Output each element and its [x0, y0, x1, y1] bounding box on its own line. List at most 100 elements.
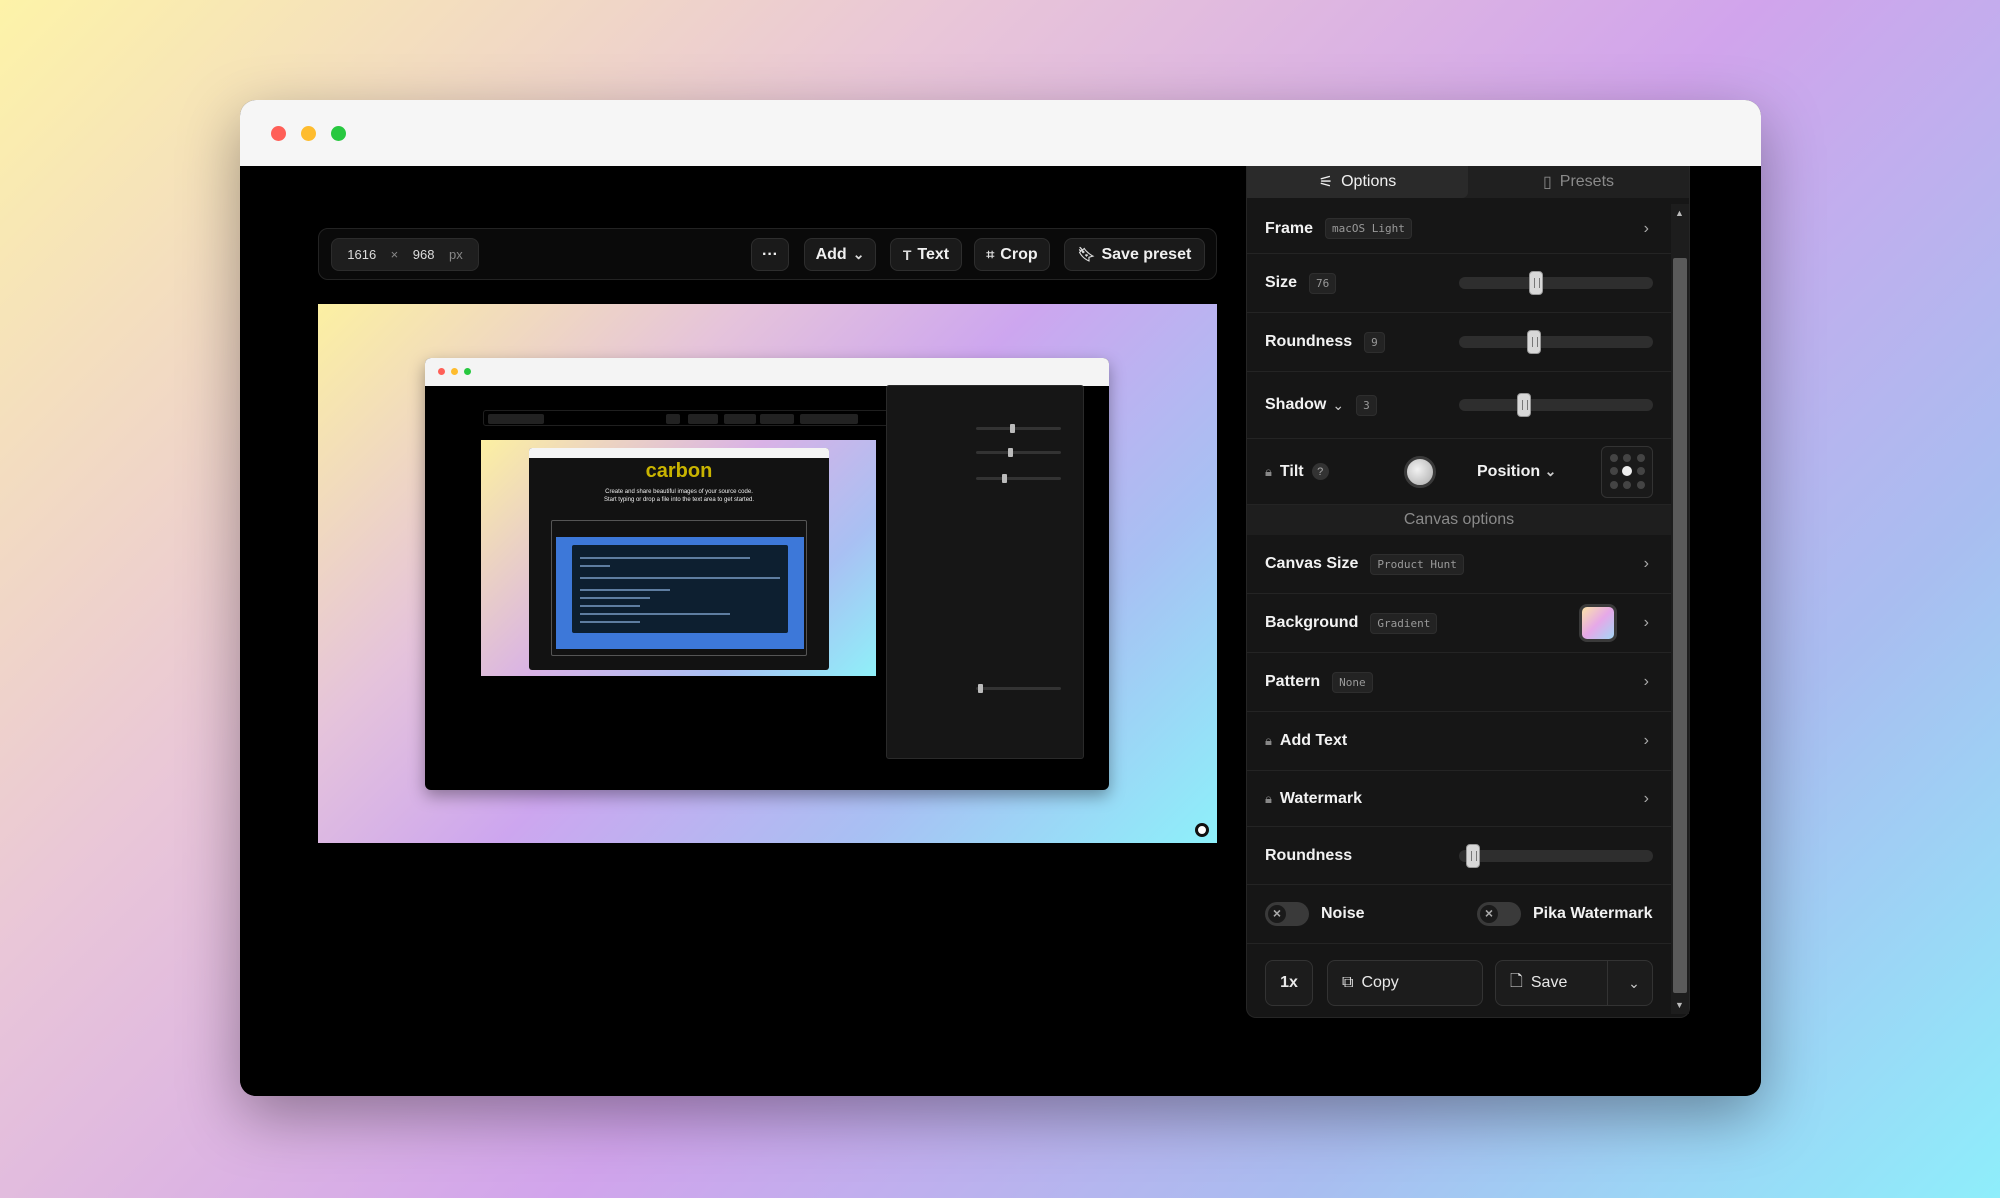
sidebar-scrollbar[interactable]: ▲ ▼ [1671, 204, 1689, 1014]
tab-options[interactable]: ⚟ Options [1247, 166, 1468, 198]
position-dot[interactable] [1609, 453, 1618, 462]
save-preset-button[interactable]: 🔖︎ Save preset [1064, 238, 1205, 271]
tilt-position-row: 🔒︎ Tilt ? Position ⌄ [1247, 439, 1671, 505]
crop-label: Crop [1000, 245, 1038, 263]
carbon-editor [551, 520, 807, 656]
carbon-subtitle: Create and share beautiful images of you… [529, 488, 829, 504]
position-dropdown[interactable]: Position ⌄ [1477, 463, 1556, 481]
add-text-row[interactable]: 🔒︎ Add Text › [1247, 712, 1671, 771]
canvas-roundness-slider[interactable] [1459, 843, 1653, 868]
text-icon: T [902, 246, 912, 263]
help-icon[interactable]: ? [1311, 463, 1329, 480]
background-row[interactable]: Background Gradient › [1247, 594, 1671, 653]
inner-maximize-dot [464, 368, 471, 375]
size-label: Size [1265, 274, 1298, 291]
size-slider[interactable] [1459, 271, 1653, 295]
shadow-label[interactable]: Shadow [1265, 396, 1326, 414]
carbon-code-background [556, 537, 804, 649]
noise-toggle[interactable] [1265, 902, 1309, 926]
save-button[interactable]: 🗋 Save [1496, 961, 1608, 1005]
code-line [580, 577, 780, 579]
dimension-unit: px [448, 247, 463, 262]
canvas-options-label: Canvas options [1403, 511, 1515, 528]
scroll-up-icon[interactable]: ▲ [1675, 208, 1684, 218]
chevron-right-icon: › [1643, 219, 1649, 237]
tab-presets[interactable]: ▯ Presets [1468, 166, 1689, 198]
inner-more [666, 414, 680, 424]
chevron-right-icon: › [1643, 732, 1649, 749]
maximize-window-button[interactable] [331, 126, 346, 141]
tilt-control[interactable] [1404, 455, 1436, 488]
position-dot[interactable] [1636, 467, 1645, 476]
code-line [580, 605, 640, 607]
canvas-dimensions[interactable]: 1616 × 968 px [331, 238, 479, 271]
save-preset-label: Save preset [1101, 245, 1192, 263]
scale-button[interactable]: 1x [1265, 960, 1313, 1006]
inner-text [724, 414, 756, 424]
crop-button[interactable]: ⌗ Crop [974, 238, 1050, 271]
carbon-subtitle-line1: Create and share beautiful images of you… [605, 489, 753, 495]
copy-button[interactable]: ⧉ Copy [1327, 960, 1483, 1006]
close-window-button[interactable] [271, 126, 286, 141]
add-label: Add [815, 245, 847, 263]
position-dot[interactable] [1609, 481, 1618, 490]
canvas-height-value[interactable]: 968 [413, 247, 435, 262]
minimize-window-button[interactable] [301, 126, 316, 141]
canvas-roundness-row: Roundness [1247, 827, 1671, 885]
inner-size-row [895, 422, 1071, 436]
inner-roundness-row [895, 446, 1071, 460]
sliders-icon: ⚟ [1318, 174, 1334, 191]
inner-crop [760, 414, 794, 424]
pika-watermark-toggle-group[interactable]: Pika Watermark [1477, 902, 1652, 926]
position-dot[interactable] [1636, 453, 1645, 462]
inner-close-dot [438, 368, 445, 375]
pattern-value-tag: None [1332, 671, 1373, 693]
shadow-slider-knob[interactable] [1516, 393, 1531, 417]
chevron-down-icon: ⌄ [1544, 462, 1557, 479]
text-button[interactable]: T Text [890, 238, 962, 271]
more-options-button[interactable]: ··· [751, 238, 789, 271]
frame-value-tag: macOS Light [1325, 218, 1412, 239]
position-dot[interactable] [1623, 453, 1631, 462]
save-dropdown-chevron-icon[interactable]: ⌄ [1616, 975, 1652, 992]
background-swatch[interactable] [1579, 604, 1617, 642]
chevron-down-icon[interactable]: ⌄ [1332, 397, 1344, 414]
canvas-size-value-tag: Product Hunt [1370, 553, 1464, 575]
add-button[interactable]: Add ⌄ [804, 238, 876, 271]
canvas-size-row[interactable]: Canvas Size Product Hunt › [1247, 535, 1671, 594]
roundness-slider[interactable] [1459, 330, 1653, 354]
shadow-slider[interactable] [1459, 393, 1653, 417]
app-window: 1616 × 968 px ··· Add ⌄ T Text ⌗ Crop 🔖︎ [240, 100, 1761, 1096]
roundness-value-tag: 9 [1364, 331, 1385, 353]
position-dot[interactable] [1623, 481, 1631, 490]
frame-row[interactable]: Frame macOS Light › [1247, 204, 1671, 254]
save-label: Save [1530, 974, 1568, 991]
code-line [580, 621, 640, 623]
carbon-title-bar [529, 448, 829, 458]
inner-dims [488, 414, 544, 424]
noise-toggle-group[interactable]: Noise [1265, 902, 1365, 926]
pattern-row[interactable]: Pattern None › [1247, 653, 1671, 712]
chevron-right-icon: › [1643, 789, 1649, 807]
canvas-preview[interactable]: carbon Create and share beautiful images… [318, 304, 1217, 843]
pika-watermark-toggle[interactable] [1477, 902, 1521, 926]
position-label: Position [1477, 462, 1541, 480]
watermark-label: Watermark [1279, 789, 1363, 807]
position-dot-selected[interactable] [1622, 466, 1632, 477]
inner-options-panel [886, 385, 1084, 759]
scroll-down-icon[interactable]: ▼ [1675, 1000, 1684, 1010]
scroll-thumb[interactable] [1673, 258, 1687, 993]
text-label: Text [917, 245, 950, 263]
canvas-width-value[interactable]: 1616 [347, 247, 376, 262]
position-dot[interactable] [1609, 467, 1618, 476]
watermark-row[interactable]: 🔒︎ Watermark › [1247, 771, 1671, 827]
size-slider-knob[interactable] [1529, 271, 1544, 295]
add-text-label: Add Text [1279, 732, 1348, 749]
file-icon: 🗋 [1510, 972, 1523, 990]
more-label: ··· [762, 245, 778, 263]
roundness-slider-knob[interactable] [1527, 330, 1542, 354]
canvas-roundness-slider-knob[interactable] [1466, 843, 1481, 868]
resize-handle[interactable] [1195, 823, 1209, 837]
position-grid[interactable] [1601, 445, 1653, 498]
position-dot[interactable] [1636, 481, 1645, 490]
